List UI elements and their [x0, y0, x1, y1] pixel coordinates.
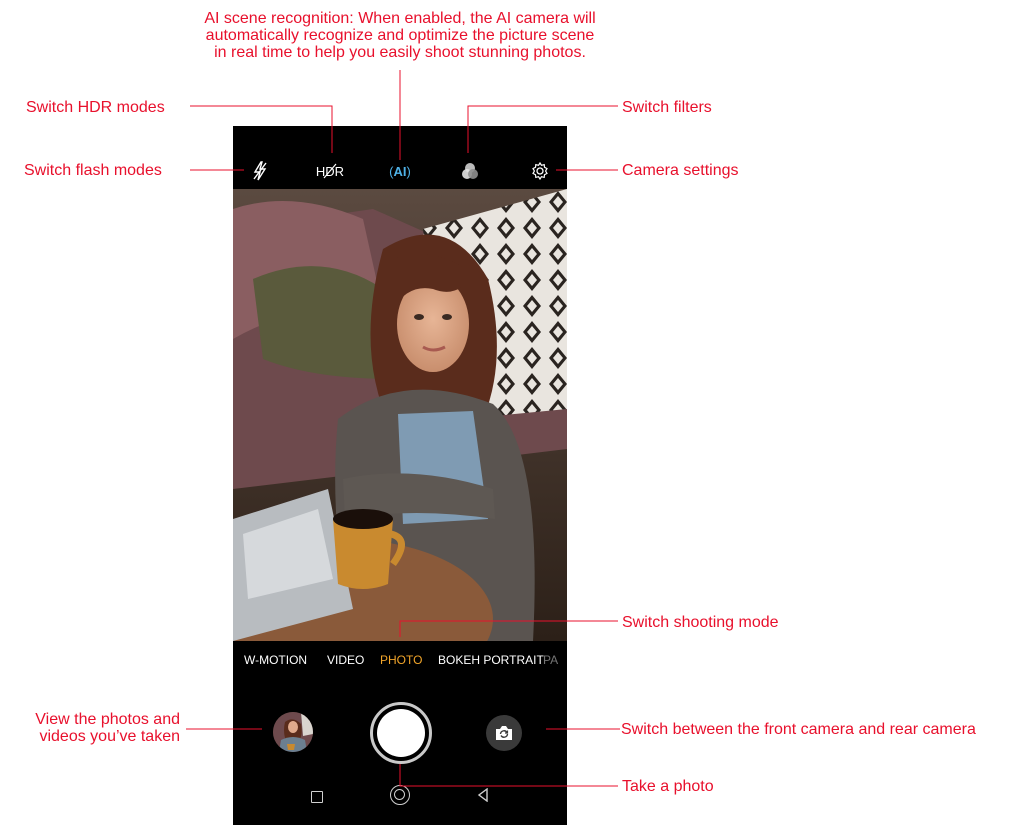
callout-shooting-mode: Switch shooting mode: [622, 614, 779, 631]
shutter-button[interactable]: [370, 702, 432, 764]
mode-panorama[interactable]: PA: [543, 653, 558, 667]
camera-controls: [233, 679, 567, 779]
mode-photo[interactable]: PHOTO: [380, 653, 422, 667]
callout-switch-camera: Switch between the front camera and rear…: [621, 721, 976, 738]
callout-settings: Camera settings: [622, 162, 739, 179]
ai-label: AI: [393, 163, 407, 179]
callout-ai-line-2: automatically recognize and optimize the…: [205, 27, 595, 44]
callout-hdr: Switch HDR modes: [26, 99, 165, 116]
shooting-mode-selector[interactable]: W-MOTION VIDEO PHOTO BOKEH PORTRAIT PA: [233, 641, 567, 679]
callout-gallery: View the photos and videos you’ve taken: [0, 711, 180, 745]
hdr-toggle[interactable]: HDR: [313, 160, 347, 182]
home-inner-circle: [394, 789, 405, 800]
mode-bokeh-portrait[interactable]: BOKEH PORTRAIT: [438, 653, 544, 667]
recent-apps-button[interactable]: [311, 791, 323, 803]
gear-icon[interactable]: [529, 160, 551, 182]
back-button[interactable]: [477, 787, 489, 807]
callout-flash: Switch flash modes: [24, 162, 162, 179]
coffee-mug: [333, 519, 393, 589]
callout-gallery-line-2: videos you’ve taken: [39, 728, 180, 745]
ai-scene-toggle[interactable]: (AI): [388, 160, 412, 182]
system-nav-bar: [233, 779, 567, 825]
mode-slow-motion[interactable]: W-MOTION: [244, 653, 307, 667]
flash-off-icon[interactable]: [249, 160, 271, 182]
filters-icon[interactable]: [459, 160, 481, 182]
switch-camera-icon[interactable]: [486, 715, 522, 751]
callout-ai-scene: AI scene recognition: When enabled, the …: [152, 10, 648, 61]
callout-ai-line-1: AI scene recognition: When enabled, the …: [204, 10, 596, 27]
callout-take-photo: Take a photo: [622, 778, 714, 795]
camera-viewfinder[interactable]: [233, 189, 567, 641]
camera-top-bar: HDR (AI): [233, 126, 567, 189]
callout-gallery-line-1: View the photos and: [35, 711, 180, 728]
callout-filters: Switch filters: [622, 99, 712, 116]
shutter-inner: [377, 709, 425, 757]
ai-bracket-right: ): [406, 163, 411, 179]
camera-app-screen: HDR (AI): [233, 126, 567, 825]
mode-video[interactable]: VIDEO: [327, 653, 364, 667]
gallery-thumbnail[interactable]: [273, 712, 313, 752]
callout-ai-line-3: in real time to help you easily shoot st…: [214, 44, 586, 61]
home-button[interactable]: [390, 785, 410, 805]
